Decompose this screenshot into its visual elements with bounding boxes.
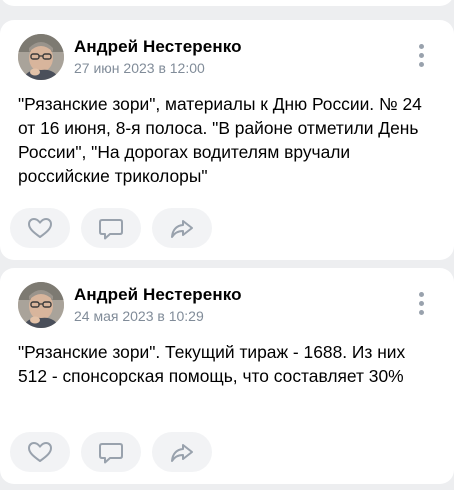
comment-icon [99,443,123,464]
comment-icon [99,219,123,240]
comment-button[interactable] [81,432,141,472]
author-name[interactable]: Андрей Нестеренко [74,285,242,305]
author-name[interactable]: Андрей Нестеренко [74,37,242,57]
news-feed: Андрей Нестеренко 27 июн 2023 в 12:00 "Р… [0,0,454,490]
like-button[interactable] [10,208,70,248]
post-header: Андрей Нестеренко 24 мая 2023 в 10:29 [18,282,442,328]
like-button[interactable] [10,432,70,472]
like-icon [28,218,52,238]
post-card: Андрей Нестеренко 24 мая 2023 в 10:29 "Р… [0,268,454,484]
post-text: "Рязанские зори", материалы к Дню России… [18,94,422,186]
avatar-photo [18,34,64,80]
share-icon [171,444,193,462]
previous-post-card-edge [0,0,454,6]
comment-button[interactable] [81,208,141,248]
post-text: "Рязанские зори". Текущий тираж - 1688. … [18,342,406,386]
share-button[interactable] [152,432,212,472]
post-header: Андрей Нестеренко 27 июн 2023 в 12:00 [18,34,442,80]
share-icon [171,220,193,238]
post-date[interactable]: 27 июн 2023 в 12:00 [74,60,205,76]
more-options-icon[interactable] [418,44,426,68]
author-avatar[interactable] [18,282,64,328]
author-avatar[interactable] [18,34,64,80]
like-icon [28,442,52,462]
avatar-photo [18,282,64,328]
share-button[interactable] [152,208,212,248]
more-options-icon[interactable] [418,292,426,316]
post-date[interactable]: 24 мая 2023 в 10:29 [74,308,204,324]
post-card: Андрей Нестеренко 27 июн 2023 в 12:00 "Р… [0,20,454,260]
